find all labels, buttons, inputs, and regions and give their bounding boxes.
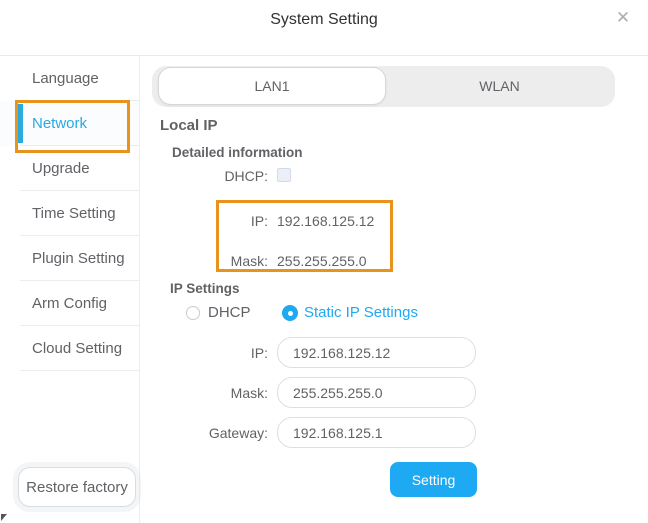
gateway-field-label: Gateway: xyxy=(141,425,268,441)
static-ip-radio-label[interactable]: Static IP Settings xyxy=(304,305,418,321)
local-ip-heading: Local IP xyxy=(160,117,218,134)
tab-wlan[interactable]: WLAN xyxy=(384,66,615,107)
sidebar-item-label: Language xyxy=(32,70,99,87)
static-ip-radio[interactable] xyxy=(282,305,298,321)
sidebar-item-label: Arm Config xyxy=(32,295,107,312)
sidebar-item-network[interactable]: Network xyxy=(0,101,139,146)
ip-field-label: IP: xyxy=(141,345,268,361)
cursor-artifact xyxy=(1,514,7,521)
dhcp-radio[interactable] xyxy=(186,306,200,320)
sidebar-item-upgrade[interactable]: Upgrade xyxy=(0,146,139,191)
dhcp-radio-label[interactable]: DHCP xyxy=(208,305,251,321)
setting-submit-button[interactable]: Setting xyxy=(390,462,477,497)
close-icon[interactable]: ✕ xyxy=(609,4,637,32)
dialog-title: System Setting xyxy=(0,11,648,29)
ip-info-label: IP: xyxy=(141,213,268,229)
sidebar-item-plugin-setting[interactable]: Plugin Setting xyxy=(0,236,139,281)
mask-info-value: 255.255.255.0 xyxy=(277,253,367,269)
sidebar: Language Network Upgrade Time Setting Pl… xyxy=(0,56,140,523)
active-indicator-bar xyxy=(18,104,23,143)
dhcp-status-label: DHCP: xyxy=(141,168,268,184)
sidebar-item-time-setting[interactable]: Time Setting xyxy=(0,191,139,236)
network-panel: WLAN LAN1 Local IP Detailed information … xyxy=(141,56,648,523)
gateway-input[interactable] xyxy=(277,417,476,448)
dhcp-checkbox[interactable] xyxy=(277,168,291,182)
ip-field-row: IP: xyxy=(141,337,476,368)
sidebar-item-label: Plugin Setting xyxy=(32,250,125,267)
sidebar-item-label: Time Setting xyxy=(32,205,116,222)
sidebar-item-label: Network xyxy=(32,115,87,132)
gateway-field-row: Gateway: xyxy=(141,417,476,448)
ip-input[interactable] xyxy=(277,337,476,368)
restore-factory-button[interactable]: Restore factory xyxy=(18,467,136,507)
ip-mode-radio-group: DHCP Static IP Settings xyxy=(141,305,648,321)
mask-info-label: Mask: xyxy=(141,253,268,269)
detailed-information-heading: Detailed information xyxy=(172,145,303,160)
mask-field-row: Mask: xyxy=(141,377,476,408)
sidebar-item-label: Cloud Setting xyxy=(32,340,122,357)
ip-info-value: 192.168.125.12 xyxy=(277,213,374,229)
tab-lan1[interactable]: LAN1 xyxy=(158,67,386,105)
sidebar-item-language[interactable]: Language xyxy=(0,56,139,101)
sidebar-item-label: Upgrade xyxy=(32,160,90,177)
sidebar-item-cloud-setting[interactable]: Cloud Setting xyxy=(0,326,139,371)
mask-field-label: Mask: xyxy=(141,385,268,401)
ip-settings-heading: IP Settings xyxy=(170,281,240,296)
mask-input[interactable] xyxy=(277,377,476,408)
tab-bar: WLAN LAN1 xyxy=(152,66,615,107)
sidebar-item-arm-config[interactable]: Arm Config xyxy=(0,281,139,326)
system-setting-dialog: System Setting ✕ Language Network Upgrad… xyxy=(0,0,648,523)
